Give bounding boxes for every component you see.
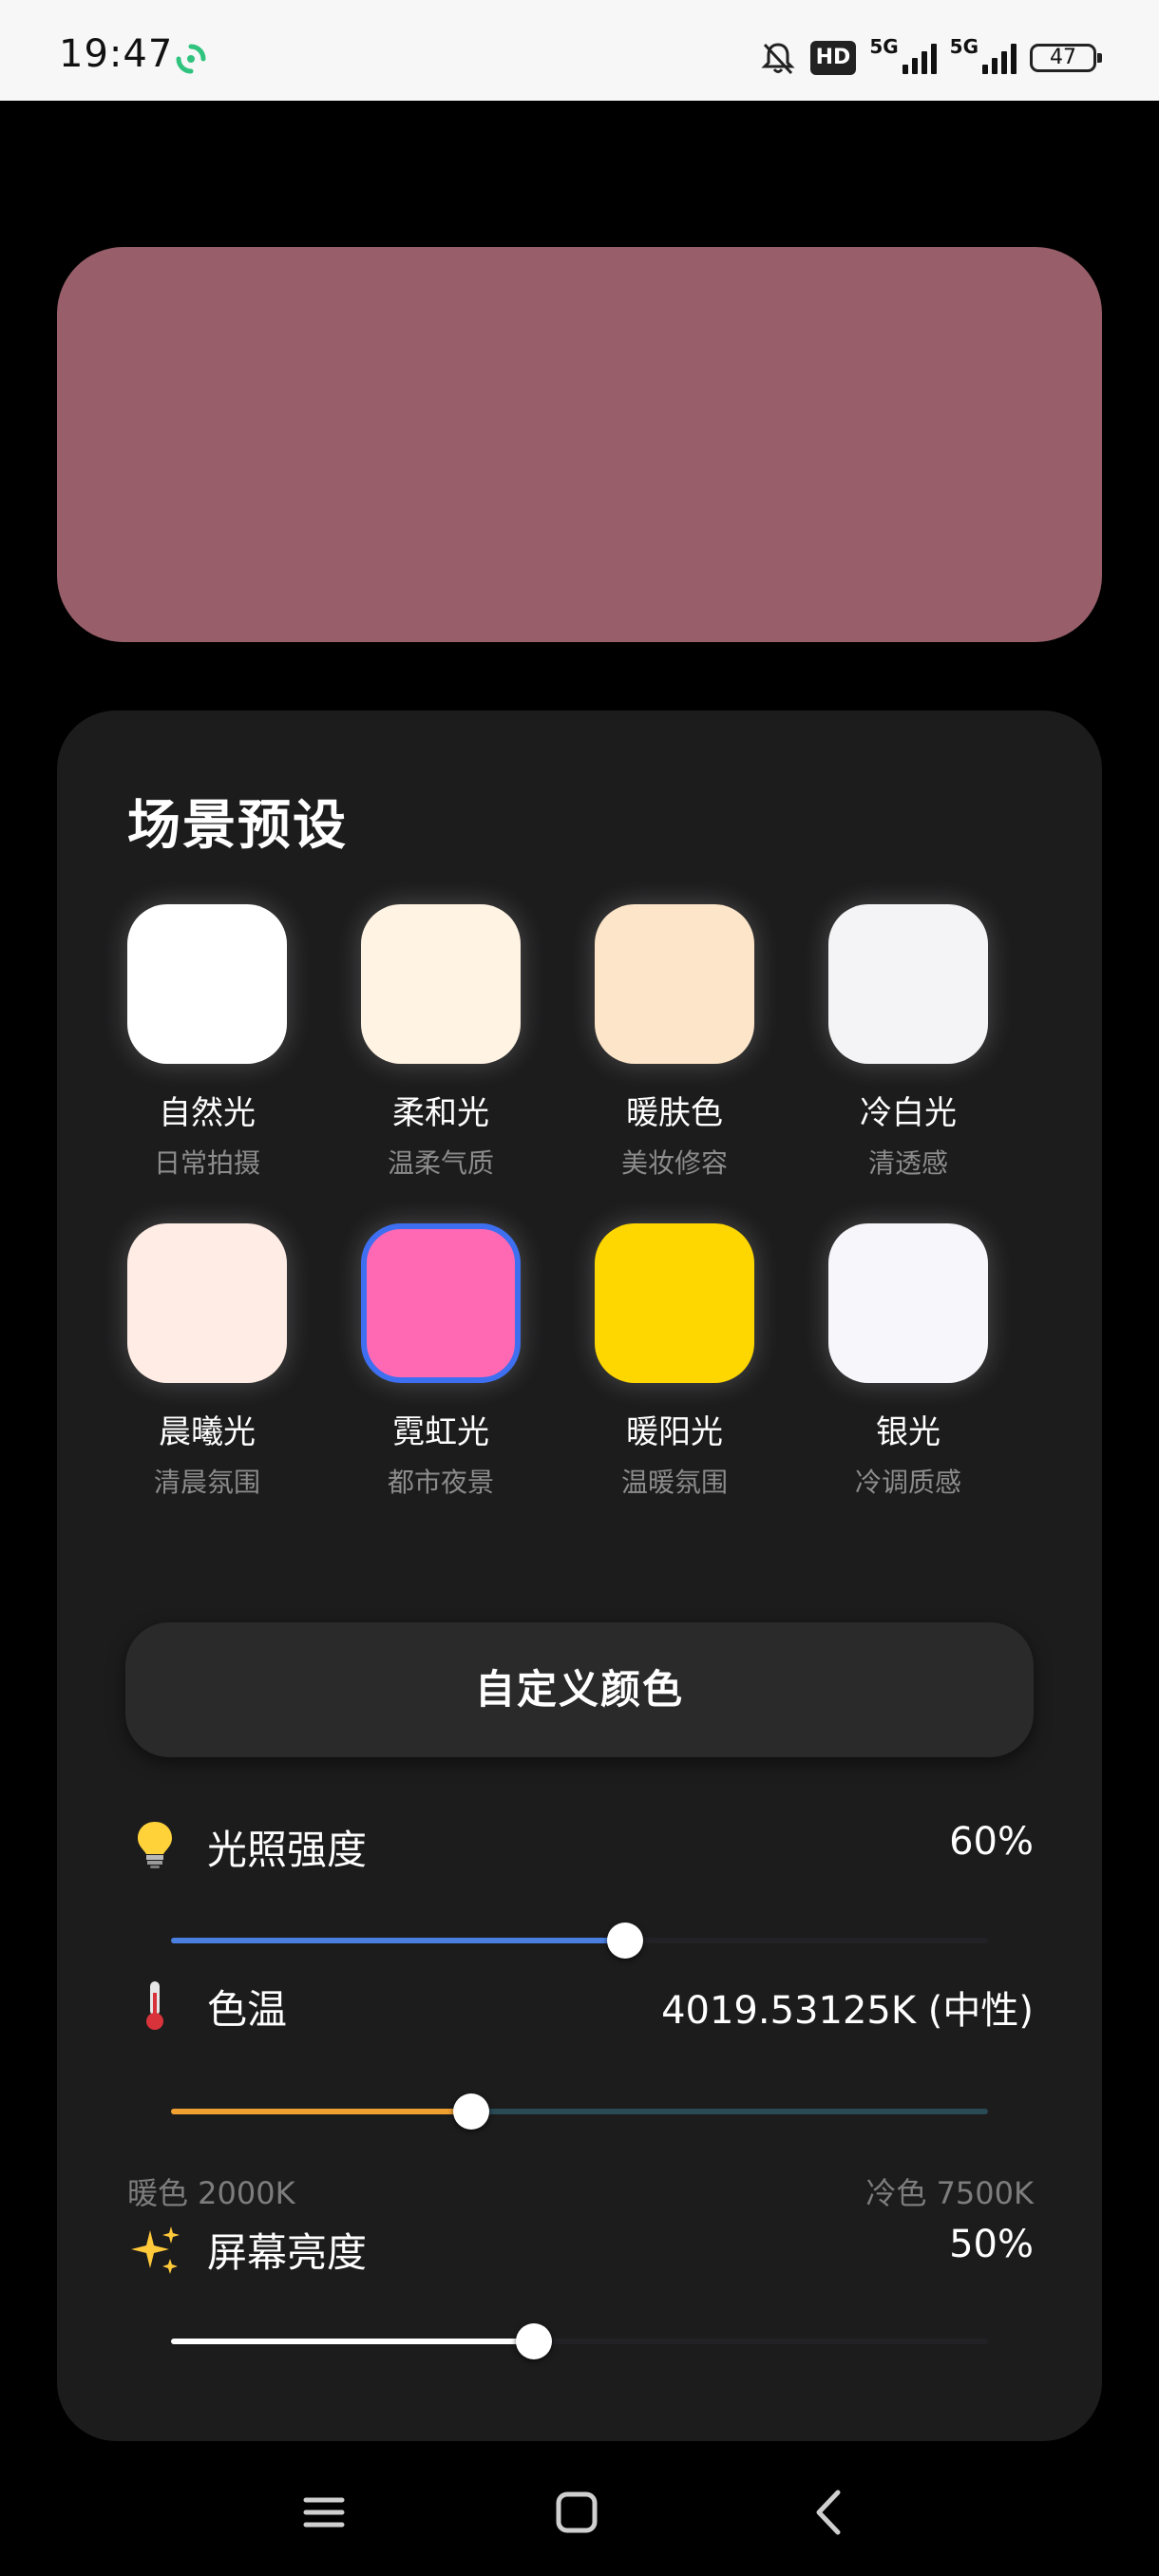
slider-fill xyxy=(171,2109,472,2114)
preset-desc: 温柔气质 xyxy=(387,1147,494,1179)
color-temperature-slider[interactable] xyxy=(171,2093,988,2130)
preset-item[interactable]: 柔和光 温柔气质 xyxy=(336,904,545,1181)
slider-thumb[interactable] xyxy=(453,2093,490,2130)
custom-color-button[interactable]: 自定义颜色 xyxy=(125,1622,1034,1757)
preset-swatch[interactable] xyxy=(361,1223,521,1383)
preset-swatch[interactable] xyxy=(828,904,988,1064)
preset-item[interactable]: 自然光 日常拍摄 xyxy=(103,904,312,1181)
signal-icon-2 xyxy=(982,42,1016,74)
preset-desc: 美妆修容 xyxy=(620,1147,728,1179)
slider-thumb[interactable] xyxy=(515,2323,552,2359)
color-preview xyxy=(57,247,1102,642)
home-icon[interactable] xyxy=(543,2479,610,2546)
screen-brightness-slider[interactable] xyxy=(171,2323,988,2359)
preset-desc: 日常拍摄 xyxy=(153,1147,260,1179)
preset-name: 自然光 xyxy=(159,1094,256,1132)
color-temperature-label: 色温 xyxy=(207,1986,288,2033)
preset-swatch[interactable] xyxy=(828,1223,988,1383)
control-card: 场景预设 自然光 日常拍摄 柔和光 温柔气质 暖肤色 美妆修容 冷白光 清透感 晨曦光 清晨氛围霓… xyxy=(57,710,1102,2441)
preset-swatch[interactable] xyxy=(127,904,287,1064)
slider-fill xyxy=(171,2339,534,2344)
preset-desc: 都市夜景 xyxy=(387,1467,494,1498)
hd-badge: HD xyxy=(809,41,857,75)
preset-name: 银光 xyxy=(876,1413,940,1451)
preset-name: 冷白光 xyxy=(860,1094,957,1132)
preset-item[interactable]: 暖肤色 美妆修容 xyxy=(570,904,779,1181)
navigation-bar xyxy=(0,2445,1159,2576)
preset-desc: 清晨氛围 xyxy=(153,1467,260,1498)
preset-desc: 清透感 xyxy=(867,1147,948,1179)
preset-name: 柔和光 xyxy=(392,1094,489,1132)
slider-fill xyxy=(171,1938,626,1943)
status-time: 19:47 xyxy=(59,32,174,76)
preset-item[interactable]: 暖阳光 温暖氛围 xyxy=(570,1223,779,1500)
cool-range-label: 冷色 7500K xyxy=(865,2175,1034,2211)
preset-name: 晨曦光 xyxy=(159,1413,256,1451)
slider-thumb[interactable] xyxy=(607,1923,644,1959)
thermometer-icon xyxy=(127,1978,182,2033)
preset-item[interactable]: 冷白光 清透感 xyxy=(804,904,1013,1181)
sparkles-icon xyxy=(127,2223,182,2278)
preset-swatch[interactable] xyxy=(361,904,521,1064)
screen-brightness-label: 屏幕亮度 xyxy=(207,2229,368,2276)
light-intensity-value: 60% xyxy=(949,1820,1034,1864)
mute-bell-icon xyxy=(761,43,795,75)
light-intensity-slider[interactable] xyxy=(171,1923,988,1959)
section-title: 场景预设 xyxy=(127,795,348,857)
color-temperature-value: 4019.53125K (中性) xyxy=(661,1989,1034,2033)
preset-swatch[interactable] xyxy=(595,1223,754,1383)
preset-item[interactable]: 霓虹光 都市夜景 xyxy=(336,1223,545,1500)
preset-swatch[interactable] xyxy=(595,904,754,1064)
preset-item[interactable]: 银光 冷调质感 xyxy=(804,1223,1013,1500)
light-intensity-label: 光照强度 xyxy=(207,1827,368,1873)
preset-desc: 温暖氛围 xyxy=(620,1467,728,1498)
preset-swatch[interactable] xyxy=(127,1223,287,1383)
screen-brightness-value: 50% xyxy=(949,2223,1034,2266)
preset-name: 暖阳光 xyxy=(626,1413,723,1451)
preset-name: 暖肤色 xyxy=(626,1094,723,1132)
battery-icon: 47 xyxy=(1030,44,1102,72)
status-icons: HD 5G 5G 47 xyxy=(759,34,1102,82)
network-label-1: 5G xyxy=(869,35,899,58)
preset-desc: 冷调质感 xyxy=(854,1467,961,1498)
network-label-2: 5G xyxy=(949,35,978,58)
preset-item[interactable]: 晨曦光 清晨氛围 xyxy=(103,1223,312,1500)
preset-name: 霓虹光 xyxy=(392,1413,489,1451)
sync-icon xyxy=(176,44,206,74)
signal-icon xyxy=(902,42,937,74)
menu-icon[interactable] xyxy=(291,2479,357,2546)
back-icon[interactable] xyxy=(796,2479,863,2546)
lightbulb-icon xyxy=(127,1816,182,1871)
warm-range-label: 暖色 2000K xyxy=(127,2175,295,2211)
status-bar: 19:47 HD 5G 5G 47 xyxy=(0,0,1159,101)
